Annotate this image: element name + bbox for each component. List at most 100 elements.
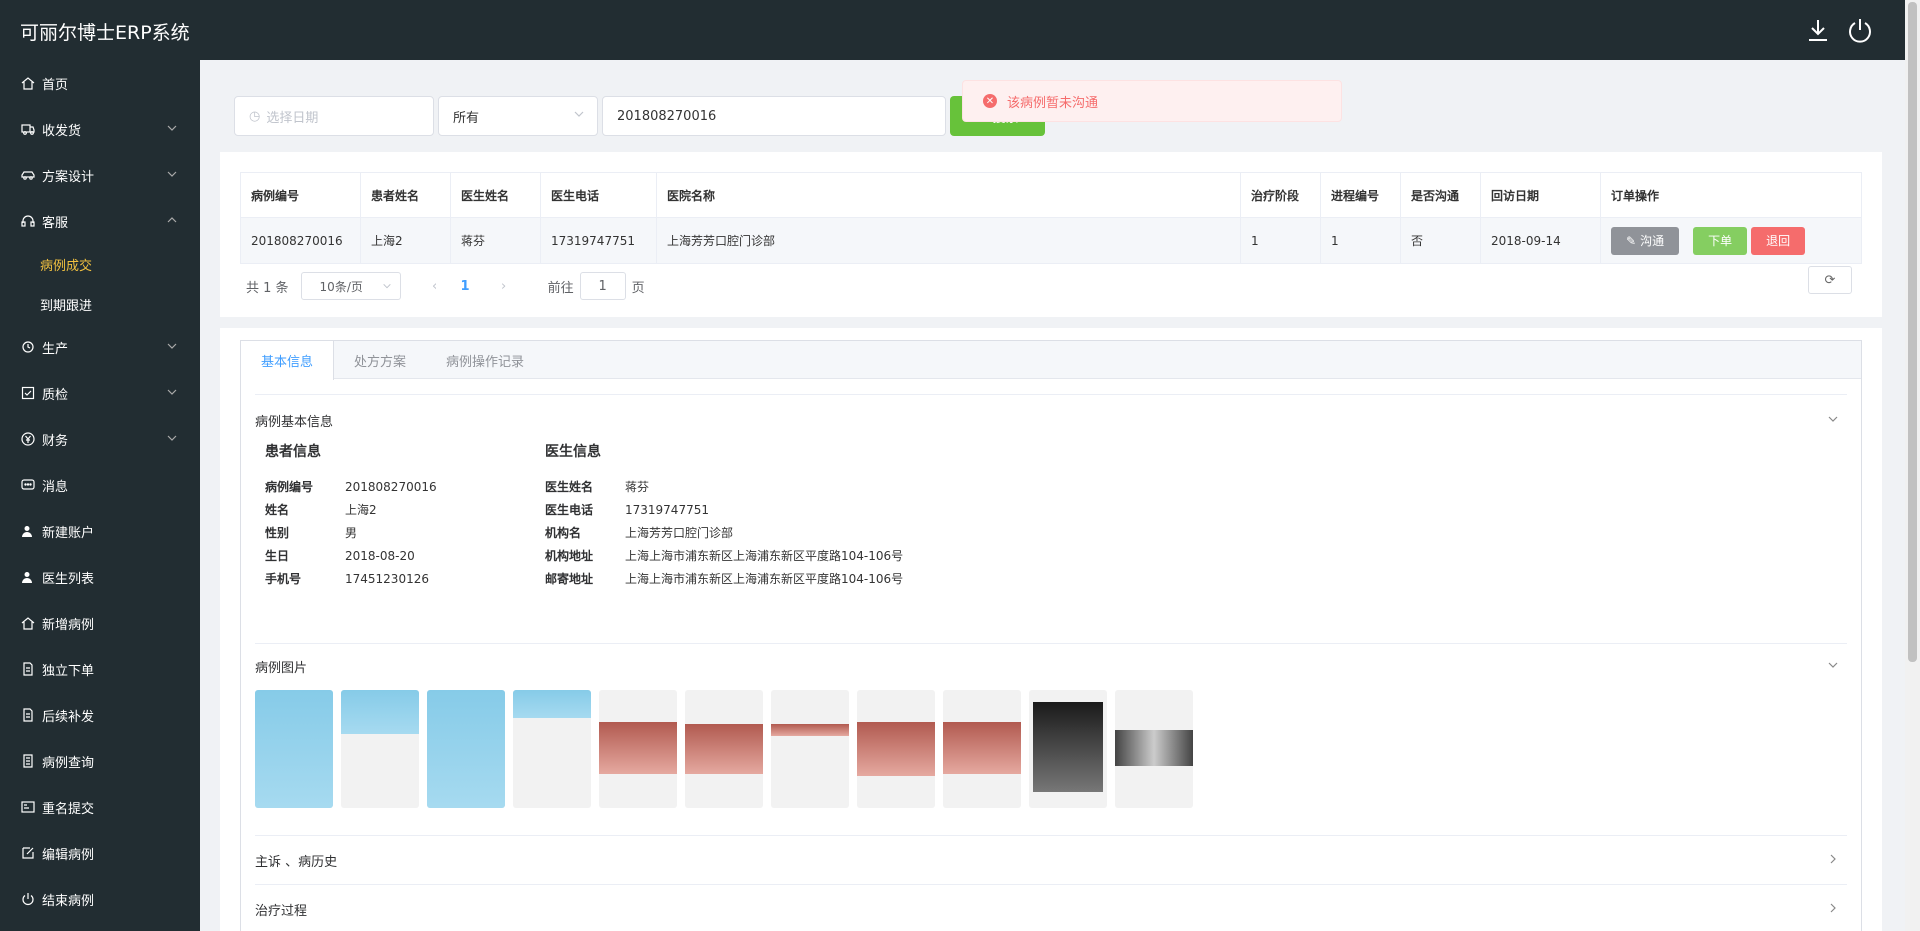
case-image[interactable] — [1029, 690, 1107, 808]
sidebar-item-messages[interactable]: 消息 — [0, 462, 200, 508]
chevron-right-icon[interactable] — [1827, 902, 1839, 914]
sidebar-item-independent-order[interactable]: 独立下单 — [0, 646, 200, 692]
scrollbar-thumb[interactable] — [1908, 2, 1917, 662]
table-header: 病例编号 患者姓名 医生姓名 医生电话 医院名称 治疗阶段 进程编号 是否沟通 … — [241, 173, 1861, 218]
section-images-title[interactable]: 病例图片 — [255, 657, 307, 676]
car-icon — [20, 167, 36, 183]
divider — [255, 643, 1847, 644]
chevron-down-icon — [166, 386, 178, 398]
info-row: 性别男 — [265, 526, 358, 540]
user-add-icon — [20, 523, 36, 539]
toast-message: 该病例暂未沟通 — [1007, 95, 1099, 111]
info-row: 病例编号 201808270016 — [265, 479, 437, 495]
sidebar-item-home[interactable]: 首页 — [0, 60, 200, 106]
page-scrollbar[interactable] — [1905, 0, 1920, 931]
status-select[interactable]: 所有 — [438, 96, 598, 136]
sidebar-item-shipping[interactable]: 收发货 — [0, 106, 200, 152]
sidebar-subitem-expiry-followup[interactable]: 到期跟进 — [0, 284, 200, 324]
col-process: 进程编号 — [1321, 173, 1401, 217]
case-image[interactable] — [427, 690, 505, 808]
goto-label: 前往 — [547, 280, 574, 296]
sidebar-item-new-account[interactable]: 新建账户 — [0, 508, 200, 554]
case-image[interactable] — [685, 690, 763, 808]
chevron-down-icon[interactable] — [1827, 413, 1839, 425]
table-row: 201808270016 上海2 蒋芬 17319747751 上海芳芳口腔门诊… — [241, 218, 1861, 263]
chat-icon — [20, 477, 36, 493]
sidebar-item-edit-case[interactable]: 编辑病例 — [0, 830, 200, 876]
sidebar-item-doctor-list[interactable]: 医生列表 — [0, 554, 200, 600]
chevron-right-icon[interactable] — [1827, 853, 1839, 865]
prev-page-icon[interactable]: ‹ — [421, 279, 449, 294]
case-image[interactable] — [1115, 690, 1193, 808]
chevron-down-icon[interactable] — [1827, 659, 1839, 671]
sidebar-item-end-case[interactable]: 结束病例 — [0, 876, 200, 922]
col-patient-name: 患者姓名 — [361, 173, 451, 217]
id-card-icon — [20, 799, 36, 815]
next-page-icon[interactable]: › — [490, 279, 518, 294]
tab-operation-log[interactable]: 病例操作记录 — [426, 341, 544, 380]
case-image[interactable] — [943, 690, 1021, 808]
cell-communicated: 否 — [1401, 218, 1481, 263]
case-image[interactable] — [255, 690, 333, 808]
info-row: 医生姓名 蒋芬 — [545, 480, 650, 494]
chevron-down-icon — [166, 432, 178, 444]
app-title: 可丽尔博士ERP系统 — [20, 22, 190, 44]
tab-basic-info[interactable]: 基本信息 — [241, 341, 335, 380]
chevron-down-icon — [573, 108, 585, 124]
divider — [255, 394, 1847, 395]
result-card: 病例编号 患者姓名 医生姓名 医生电话 医院名称 治疗阶段 进程编号 是否沟通 … — [220, 152, 1882, 317]
cell-stage: 1 — [1241, 218, 1321, 263]
sidebar-item-case-search[interactable]: 病例查询 — [0, 738, 200, 784]
case-image-list — [255, 690, 1193, 808]
sidebar-item-service[interactable]: 客服 — [0, 198, 200, 244]
sidebar-item-new-case[interactable]: 新增病例 — [0, 600, 200, 646]
sidebar-subitem-case-deal[interactable]: 病例成交 — [0, 244, 200, 284]
case-image[interactable] — [599, 690, 677, 808]
section-treatment-title[interactable]: 治疗过程 — [255, 900, 307, 919]
edit-icon — [20, 845, 36, 861]
col-stage: 治疗阶段 — [1241, 173, 1321, 217]
cell-visit-date: 2018-09-14 — [1481, 218, 1601, 263]
section-complaint-title[interactable]: 主诉 、病历史 — [255, 851, 337, 870]
case-table: 病例编号 患者姓名 医生姓名 医生电话 医院名称 治疗阶段 进程编号 是否沟通 … — [240, 172, 1862, 264]
page-size-select[interactable]: 10条/页 — [300, 272, 401, 300]
info-row: 姓名 上海2 — [265, 503, 377, 517]
current-page[interactable]: 1 — [461, 279, 470, 294]
keyword-input[interactable]: 201808270016 — [602, 96, 946, 136]
return-button[interactable]: 退回 — [1751, 226, 1806, 255]
talk-button[interactable]: ✎ 沟通 — [1611, 226, 1680, 255]
power-off-icon[interactable] — [1846, 16, 1874, 44]
case-image[interactable] — [513, 690, 591, 808]
col-communicated: 是否沟通 — [1401, 173, 1481, 217]
sidebar-item-quality[interactable]: 质检 — [0, 370, 200, 416]
date-picker-input[interactable]: ◷ 选择日期 — [234, 96, 434, 136]
user-list-icon — [20, 569, 36, 585]
order-button[interactable]: 下单 — [1693, 226, 1748, 255]
tab-prescription[interactable]: 处方方案 — [334, 341, 426, 380]
cell-doctor-phone: 17319747751 — [541, 218, 657, 263]
patient-info-title: 患者信息 — [265, 444, 321, 460]
case-image[interactable] — [857, 690, 935, 808]
error-toast: ✕ 该病例暂未沟通 — [962, 80, 1342, 122]
download-icon[interactable] — [1804, 16, 1832, 44]
sidebar-item-production[interactable]: 生产 — [0, 324, 200, 370]
case-image[interactable] — [341, 690, 419, 808]
case-image[interactable] — [771, 690, 849, 808]
pagination: 共 1 条 10条/页 ‹ 1 › 前往 1 页 — [246, 272, 645, 300]
top-header: 可丽尔博士ERP系统 — [0, 0, 1920, 60]
cell-patient-name: 上海2 — [361, 218, 451, 263]
sidebar-item-design[interactable]: 方案设计 — [0, 152, 200, 198]
info-row: 机构名 上海芳芳口腔门诊部 — [545, 526, 734, 540]
goto-page-input[interactable]: 1 — [579, 272, 626, 300]
section-basic-title[interactable]: 病例基本信息 — [255, 411, 333, 430]
refresh-button[interactable]: ⟳ — [1808, 266, 1852, 294]
chevron-down-icon — [166, 340, 178, 352]
col-visit-date: 回访日期 — [1481, 173, 1601, 217]
sidebar-item-finance[interactable]: 财务 — [0, 416, 200, 462]
col-doctor-phone: 医生电话 — [541, 173, 657, 217]
sidebar-item-duplicate-submit[interactable]: 重名提交 — [0, 784, 200, 830]
sidebar-item-followup-resend[interactable]: 后续补发 — [0, 692, 200, 738]
goto-suffix: 页 — [631, 280, 645, 296]
cycle-icon — [20, 339, 36, 355]
cell-actions: ✎ 沟通 下单 退回 — [1601, 218, 1861, 263]
